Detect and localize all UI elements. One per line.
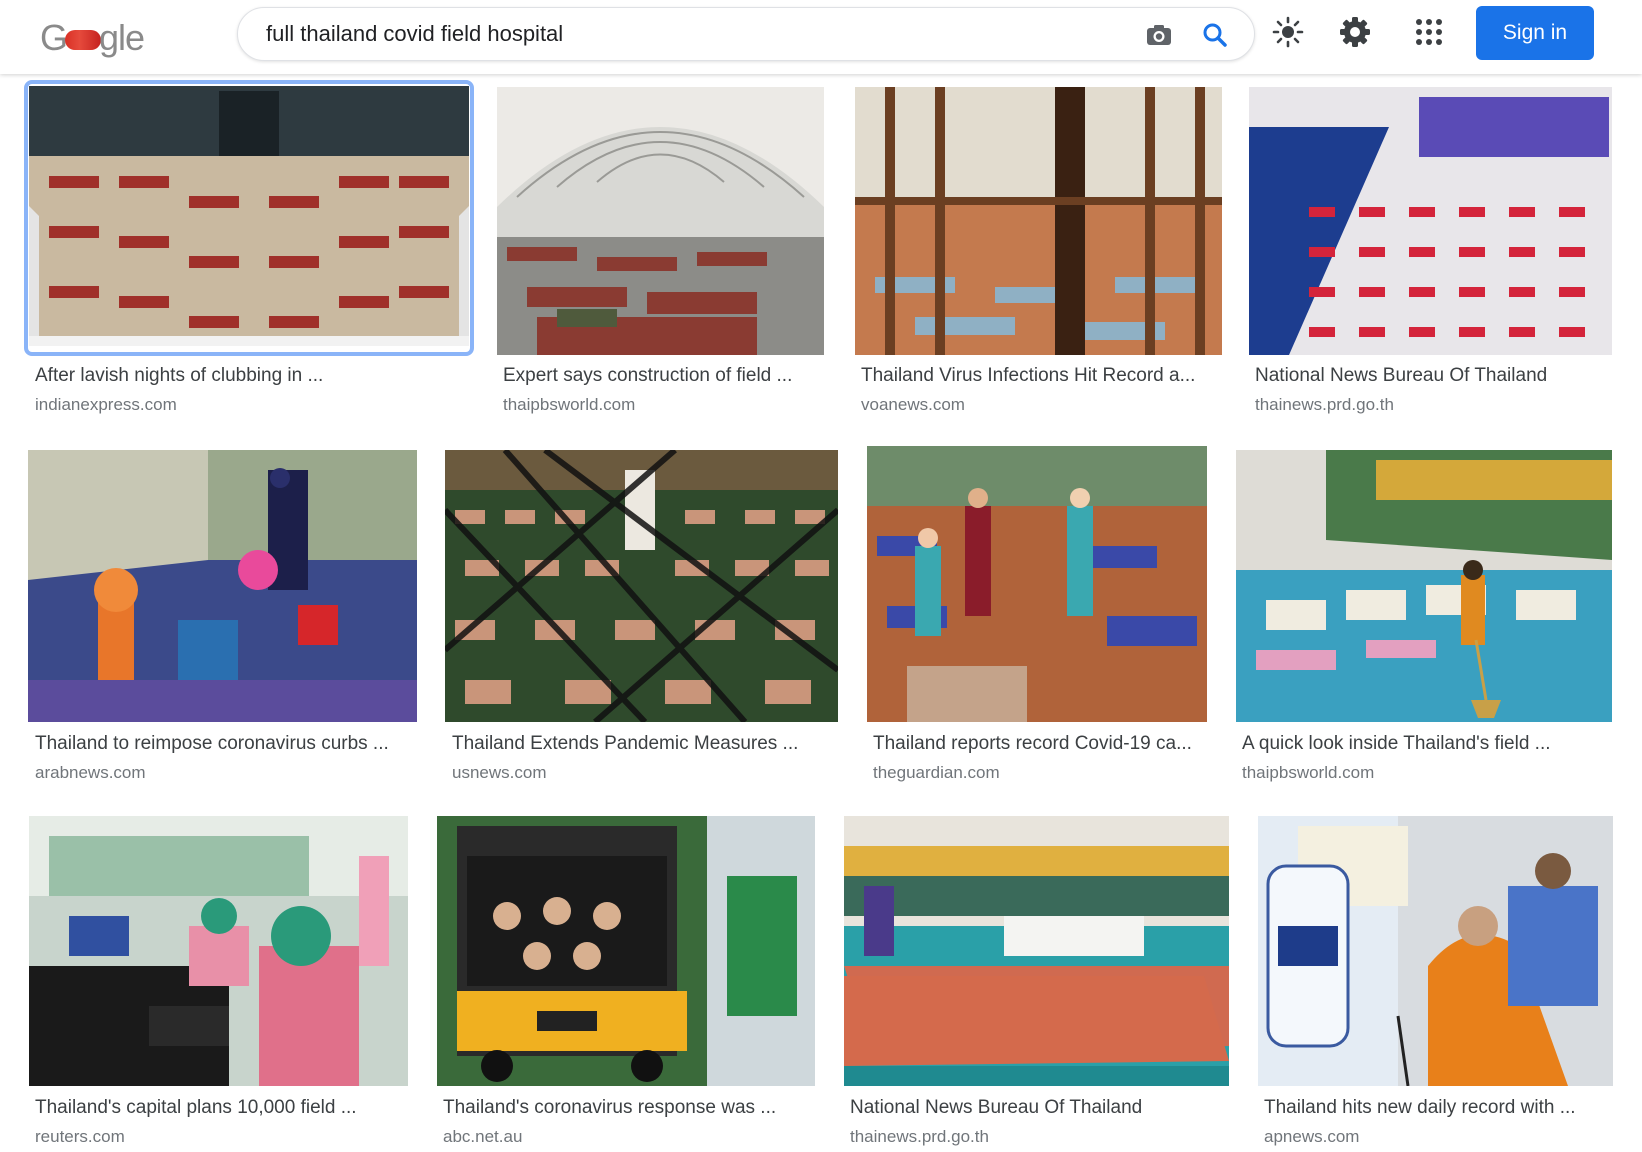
- top-bar: Ggle full thailand covid field hospital …: [0, 0, 1642, 74]
- brightness-icon[interactable]: [1270, 14, 1306, 50]
- result-source: reuters.com: [35, 1127, 125, 1146]
- result-thumbnail[interactable]: [28, 450, 417, 722]
- result-thumbnail[interactable]: [1236, 450, 1612, 722]
- result-source: apnews.com: [1264, 1127, 1360, 1146]
- result-title[interactable]: Thailand hits new daily record with ...: [1264, 1097, 1614, 1119]
- result-title[interactable]: Thailand's coronavirus response was ...: [443, 1097, 813, 1119]
- result-thumbnail[interactable]: [844, 816, 1229, 1086]
- result-thumbnail[interactable]: [437, 816, 815, 1086]
- gear-icon[interactable]: [1337, 14, 1373, 50]
- result-title[interactable]: Thailand reports record Covid-19 ca...: [873, 733, 1203, 755]
- result-source: arabnews.com: [35, 763, 146, 782]
- google-logo[interactable]: Ggle: [40, 14, 160, 62]
- result-title[interactable]: Thailand to reimpose coronavirus curbs .…: [35, 733, 415, 755]
- result-source: thainews.prd.go.th: [850, 1127, 989, 1146]
- search-icon[interactable]: [1200, 20, 1230, 50]
- result-thumbnail[interactable]: [1258, 816, 1613, 1086]
- result-thumbnail[interactable]: [29, 816, 408, 1086]
- result-source: theguardian.com: [873, 763, 1000, 782]
- result-title[interactable]: Thailand Extends Pandemic Measures ...: [452, 733, 837, 755]
- result-thumbnail[interactable]: [855, 87, 1222, 355]
- result-title[interactable]: A quick look inside Thailand's field ...: [1242, 733, 1607, 755]
- doodle-icon: [65, 30, 102, 51]
- result-thumbnail[interactable]: [1249, 87, 1612, 355]
- result-title[interactable]: After lavish nights of clubbing in ...: [35, 365, 455, 387]
- result-source: indianexpress.com: [35, 395, 177, 414]
- result-thumbnail[interactable]: [867, 446, 1207, 722]
- result-source: thaipbsworld.com: [1242, 763, 1375, 782]
- result-source: thainews.prd.go.th: [1255, 395, 1394, 414]
- result-thumbnail[interactable]: [445, 450, 838, 722]
- result-title[interactable]: Thailand Virus Infections Hit Record a..…: [861, 365, 1221, 387]
- result-thumbnail[interactable]: [497, 87, 824, 355]
- result-title[interactable]: Expert says construction of field ...: [503, 365, 823, 387]
- result-source: usnews.com: [452, 763, 547, 782]
- result-source: voanews.com: [861, 395, 965, 414]
- sign-in-button[interactable]: Sign in: [1476, 6, 1594, 60]
- camera-icon[interactable]: [1144, 20, 1174, 50]
- result-title[interactable]: Thailand's capital plans 10,000 field ..…: [35, 1097, 405, 1119]
- apps-grid-icon[interactable]: [1411, 14, 1447, 50]
- search-input[interactable]: [266, 8, 1126, 60]
- result-source: thaipbsworld.com: [503, 395, 636, 414]
- result-title[interactable]: National News Bureau Of Thailand: [850, 1097, 1225, 1119]
- result-source: abc.net.au: [443, 1127, 523, 1146]
- result-title[interactable]: National News Bureau Of Thailand: [1255, 365, 1610, 387]
- search-box: [237, 7, 1255, 61]
- result-thumbnail[interactable]: [29, 86, 469, 346]
